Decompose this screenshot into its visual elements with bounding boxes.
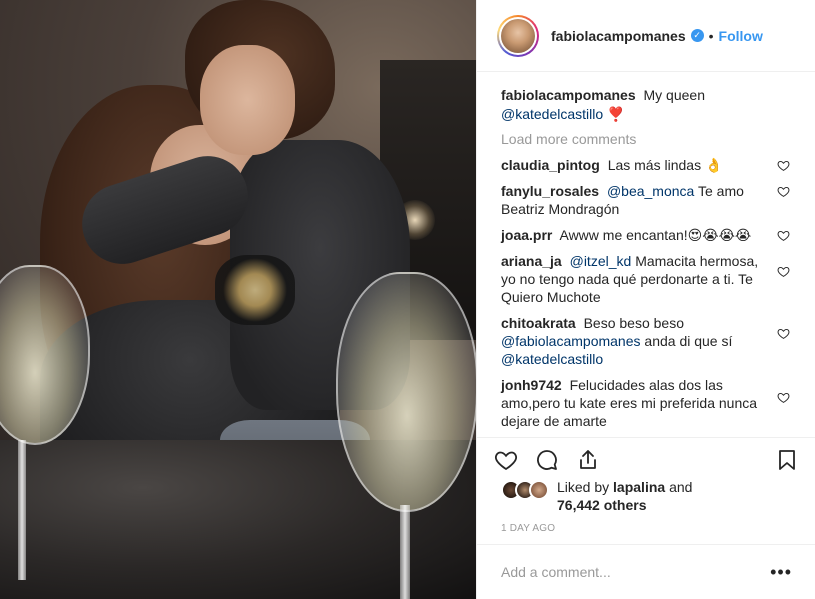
comment-username[interactable]: ariana_ja	[501, 253, 562, 269]
likes-section: Liked by lapalina and 76,442 others	[501, 478, 801, 514]
photo-hoodie-print	[215, 255, 295, 325]
photo-second-person-face	[200, 45, 295, 155]
photo-wine-glass-stem-right	[400, 505, 410, 599]
post-sidebar: fabiolacampomanes ✓ • Follow fabiolacamp…	[476, 0, 815, 599]
post-photo[interactable]	[0, 0, 476, 599]
likes-prefix: Liked by	[557, 479, 610, 495]
comment-username[interactable]: joaa.prr	[501, 227, 552, 243]
load-more-comments-button[interactable]: Load more comments	[501, 130, 792, 148]
caption-mention[interactable]: @katedelcastillo	[501, 106, 603, 122]
add-comment-bar: •••	[477, 544, 815, 599]
bookmark-icon[interactable]	[774, 447, 800, 473]
comments-list[interactable]: fabiolacampomanes My queen @katedelcasti…	[477, 72, 815, 437]
comment-text: Las más lindas 👌	[607, 157, 723, 173]
share-icon[interactable]	[575, 447, 601, 473]
comment-item: claudia_pintog Las más lindas 👌	[501, 156, 792, 174]
comment-like-heart-icon[interactable]	[777, 390, 790, 408]
liked-by-username[interactable]: lapalina	[613, 479, 665, 495]
comment-icon[interactable]	[534, 447, 560, 473]
avatar-story-ring[interactable]	[497, 14, 539, 57]
comment-item: fanylu_rosales @bea_monca Te amo Beatriz…	[501, 182, 792, 218]
comment-text: Beso beso beso	[583, 315, 684, 331]
comment-mention-2[interactable]: @katedelcastillo	[501, 351, 603, 367]
photo-wine-glass-right	[336, 272, 476, 512]
caption-username[interactable]: fabiolacampomanes	[501, 87, 636, 103]
follow-button[interactable]: Follow	[719, 28, 763, 44]
likes-and: and	[669, 479, 693, 495]
comment-like-heart-icon[interactable]	[777, 228, 790, 246]
comment-item: jonh9742 Felucidades alas dos las amo,pe…	[501, 376, 792, 430]
add-comment-input[interactable]	[501, 564, 771, 580]
caption-emoji: ❣️	[607, 106, 625, 122]
post-actions-bar	[477, 437, 815, 481]
more-options-icon[interactable]: •••	[770, 563, 792, 581]
verified-badge-icon: ✓	[690, 29, 704, 42]
comment-item: chitoakrata Beso beso beso @fabiolacampo…	[501, 314, 792, 368]
comment-like-heart-icon[interactable]	[777, 326, 790, 344]
caption-text: My queen	[643, 87, 705, 103]
comment-username[interactable]: jonh9742	[501, 377, 562, 393]
comment-text: Awww me encantan!😍😭😭😭	[559, 227, 752, 243]
comment-mention[interactable]: @bea_monca	[607, 183, 694, 199]
likes-text: Liked by lapalina and 76,442 others	[557, 478, 692, 514]
comment-like-heart-icon[interactable]	[777, 264, 790, 282]
avatar[interactable]	[501, 18, 535, 53]
comment-item: joaa.prr Awww me encantan!😍😭😭😭	[501, 226, 792, 244]
post-caption: fabiolacampomanes My queen @katedelcasti…	[501, 86, 792, 124]
post-header: fabiolacampomanes ✓ • Follow	[477, 0, 815, 72]
avatar	[529, 480, 549, 500]
post-timestamp[interactable]: 1 DAY AGO	[501, 523, 555, 534]
comment-like-heart-icon[interactable]	[777, 158, 790, 176]
likes-count[interactable]: 76,442 others	[557, 497, 647, 513]
comment-mention[interactable]: @itzel_kd	[570, 253, 632, 269]
heart-icon[interactable]	[493, 447, 519, 473]
photo-wine-glass-stem-left	[18, 440, 26, 580]
comment-username[interactable]: chitoakrata	[501, 315, 576, 331]
liker-avatars[interactable]	[501, 480, 549, 500]
header-separator: •	[708, 27, 714, 44]
comment-like-heart-icon[interactable]	[777, 184, 790, 202]
comment-text-2: anda di que sí	[644, 333, 733, 349]
comment-item: ariana_ja @itzel_kd Mamacita hermosa, yo…	[501, 252, 792, 306]
header-username[interactable]: fabiolacampomanes	[551, 28, 686, 44]
comment-mention[interactable]: @fabiolacampomanes	[501, 333, 641, 349]
comment-username[interactable]: fanylu_rosales	[501, 183, 599, 199]
comment-username[interactable]: claudia_pintog	[501, 157, 600, 173]
